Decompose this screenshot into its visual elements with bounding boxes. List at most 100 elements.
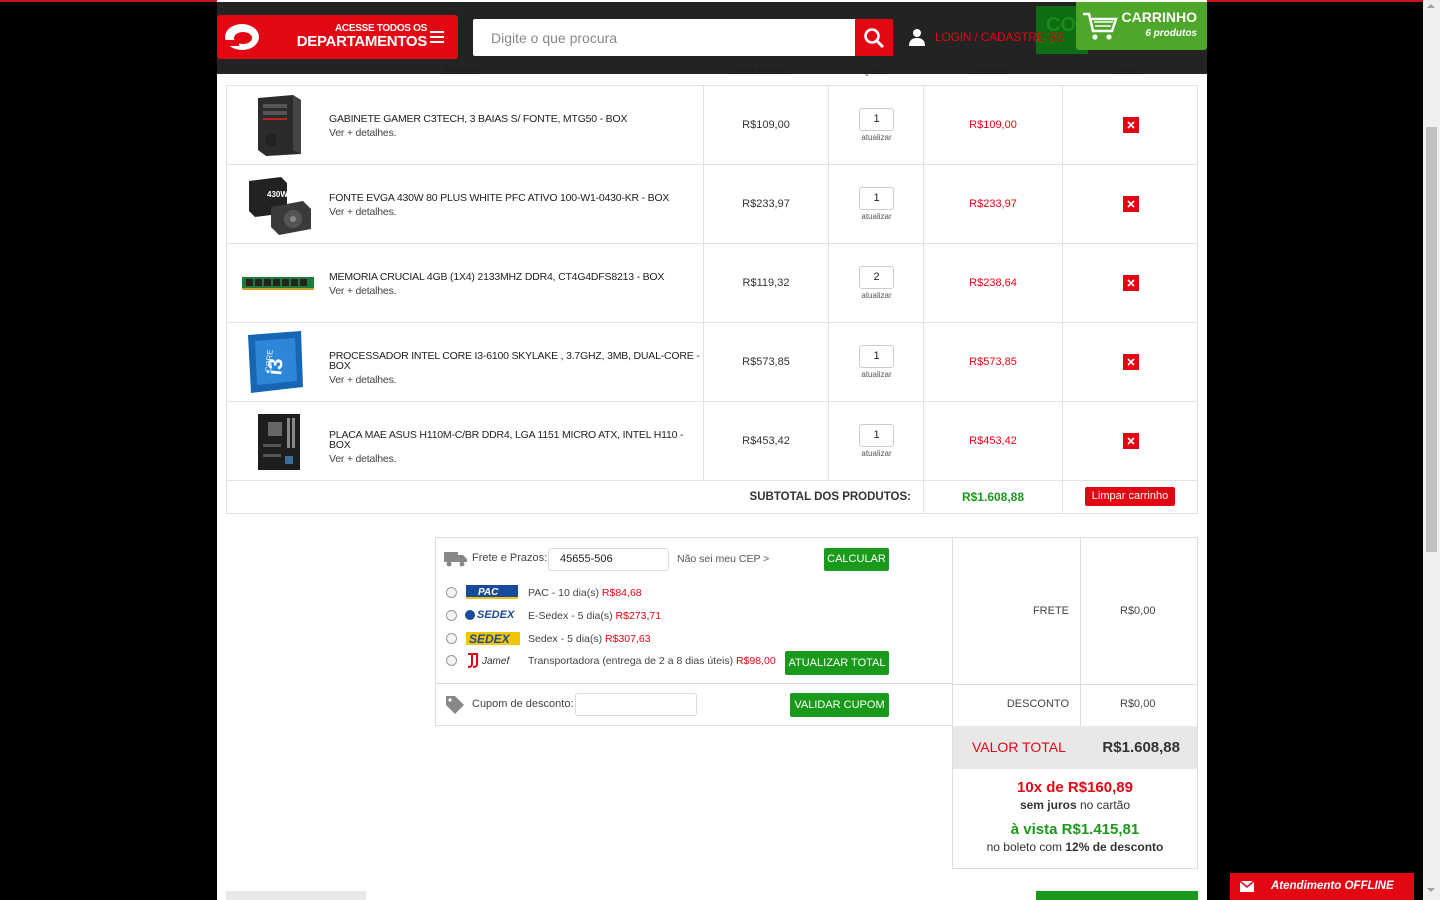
product-details-link[interactable]: Ver + detalhes.	[329, 128, 707, 139]
motherboard-image-icon	[258, 414, 300, 470]
product-details-link[interactable]: Ver + detalhes.	[329, 207, 707, 218]
divider	[1080, 538, 1081, 726]
update-link[interactable]: atualizar	[829, 370, 924, 379]
total-label: VALOR TOTAL	[972, 739, 1066, 755]
search-input[interactable]	[473, 19, 855, 56]
delete-cell	[1062, 323, 1198, 401]
product-details-link[interactable]: Ver + detalhes.	[329, 286, 707, 297]
discount-value: R$0,00	[1120, 698, 1156, 710]
clear-cell: Limpar carrinho	[1062, 481, 1198, 513]
svg-text:430W: 430W	[267, 190, 288, 199]
ram-image-icon	[242, 277, 314, 290]
update-link[interactable]: atualizar	[829, 133, 924, 142]
scrollbar-thumb[interactable]	[1426, 127, 1437, 552]
cart-button[interactable]: CARRINHO 6 produtos	[1076, 2, 1207, 50]
option-price: R$273,71	[615, 610, 662, 622]
close-icon	[1126, 121, 1135, 129]
truck-icon	[444, 552, 467, 567]
product-name[interactable]: PROCESSADOR INTEL CORE I3-6100 SKYLAKE ,…	[329, 351, 707, 386]
unit-price: R$109,00	[703, 86, 828, 164]
cart-table: GABINETE GAMER C3TECH, 3 BAIAS S/ FONTE,…	[226, 85, 1198, 514]
delete-cell	[1062, 165, 1198, 243]
update-total-button[interactable]: ATUALIZAR TOTAL	[785, 651, 889, 675]
divider	[953, 684, 1197, 685]
psu-image-icon: 430W	[249, 177, 311, 235]
delete-cell	[1062, 86, 1198, 164]
calculate-button[interactable]: CALCULAR	[824, 548, 889, 571]
search-button[interactable]	[855, 19, 893, 56]
svg-text:PAC: PAC	[478, 587, 499, 598]
brand-logo-icon	[225, 24, 259, 50]
item-subtotal: R$109,00	[923, 86, 1062, 164]
validate-coupon-button[interactable]: VALIDAR CUPOM	[790, 693, 889, 717]
quantity-input[interactable]: 1	[859, 108, 894, 131]
product-name[interactable]: PLACA MAE ASUS H110M-C/BR DDR4, LGA 1151…	[329, 430, 707, 465]
product-name[interactable]: GABINETE GAMER C3TECH, 3 BAIAS S/ FONTE,…	[329, 114, 707, 139]
item-subtotal: R$238,64	[923, 244, 1062, 322]
clear-cart-button[interactable]: Limpar carrinho	[1085, 487, 1175, 506]
product-name[interactable]: MEMORIA CRUCIAL 4GB (1X4) 2133MHZ DDR4, …	[329, 272, 707, 297]
login-link[interactable]: LOGIN / CADASTRE-SE	[908, 28, 1064, 46]
user-icon	[909, 29, 925, 46]
option-text: PAC - 10 dia(s)	[528, 587, 602, 599]
chat-label: Atendimento OFFLINE	[1271, 880, 1394, 892]
quantity-cell: 1 atualizar	[828, 323, 923, 401]
delete-cell	[1062, 244, 1198, 322]
product-details-link[interactable]: Ver + detalhes.	[329, 454, 707, 465]
table-row: MEMORIA CRUCIAL 4GB (1X4) 2133MHZ DDR4, …	[227, 243, 1197, 322]
product-details-link[interactable]: Ver + detalhes.	[329, 375, 707, 386]
quantity-cell: 1 atualizar	[828, 86, 923, 164]
shipping-panel: Frete e Prazos: 45655-506 Não sei meu CE…	[435, 537, 953, 726]
radio-button[interactable]	[446, 633, 457, 644]
mail-icon	[1240, 881, 1254, 892]
coupon-input[interactable]	[575, 693, 697, 716]
quantity-cell: 1 atualizar	[828, 165, 923, 243]
subtotal-value: R$1.608,88	[923, 481, 1062, 513]
update-link[interactable]: atualizar	[829, 212, 924, 221]
radio-button[interactable]	[446, 655, 457, 666]
totals-panel: FRETE R$0,00 DESCONTO R$0,00 VALOR TOTAL…	[952, 537, 1198, 869]
close-icon	[1126, 437, 1135, 445]
search-icon	[864, 27, 885, 48]
update-link[interactable]: atualizar	[829, 291, 924, 300]
remove-item-button[interactable]	[1122, 196, 1139, 212]
payment-info: 10x de R$160,89 sem juros no cartão à vi…	[953, 779, 1197, 854]
cep-input[interactable]: 45655-506	[548, 548, 669, 571]
installments-text: 10x de R$160,89	[1017, 779, 1133, 796]
scroll-up-icon[interactable]	[1427, 4, 1435, 8]
subtotal-label: SUBTOTAL DOS PRODUTOS:	[749, 491, 911, 503]
departments-button[interactable]: ACESSE TODOS OS DEPARTAMENTOS	[217, 15, 458, 59]
radio-button[interactable]	[446, 610, 457, 621]
update-link[interactable]: atualizar	[829, 449, 924, 458]
quantity-input[interactable]: 2	[859, 266, 894, 289]
quantity-input[interactable]: 1	[859, 424, 894, 447]
checkout-button[interactable]	[1036, 891, 1198, 900]
remove-item-button[interactable]	[1122, 275, 1139, 291]
dont-know-cep-link[interactable]: Não sei meu CEP >	[677, 553, 769, 565]
remove-item-button[interactable]	[1122, 433, 1139, 449]
option-price: R$307,63	[605, 633, 651, 645]
unit-price: R$453,42	[703, 402, 828, 480]
quantity-input[interactable]: 1	[859, 345, 894, 368]
product-name[interactable]: FONTE EVGA 430W 80 PLUS WHITE PFC ATIVO …	[329, 193, 707, 218]
radio-button[interactable]	[446, 587, 457, 598]
no-interest-text: sem juros no cartão	[1019, 798, 1131, 812]
scroll-down-icon[interactable]	[1427, 888, 1435, 892]
close-icon	[1126, 279, 1135, 287]
chat-button[interactable]: Atendimento OFFLINE	[1230, 873, 1414, 900]
option-text: Transportadora (entrega de 2 a 8 dias út…	[528, 655, 736, 667]
item-subtotal: R$233,97	[923, 165, 1062, 243]
cart-count: 6 produtos	[1145, 28, 1197, 39]
login-text: LOGIN / CADASTRE-SE	[935, 30, 1064, 44]
table-row: GABINETE GAMER C3TECH, 3 BAIAS S/ FONTE,…	[227, 85, 1197, 164]
remove-item-button[interactable]	[1122, 354, 1139, 370]
unit-price: R$233,97	[703, 165, 828, 243]
back-button[interactable]	[226, 891, 366, 900]
delete-cell	[1062, 402, 1198, 480]
cash-price-text: à vista R$1.415,81	[1010, 821, 1140, 838]
quantity-input[interactable]: 1	[859, 187, 894, 210]
remove-item-button[interactable]	[1122, 117, 1139, 133]
total-row: VALOR TOTAL R$1.608,88	[953, 726, 1197, 769]
scrollbar[interactable]	[1423, 0, 1440, 900]
close-icon	[1126, 358, 1135, 366]
